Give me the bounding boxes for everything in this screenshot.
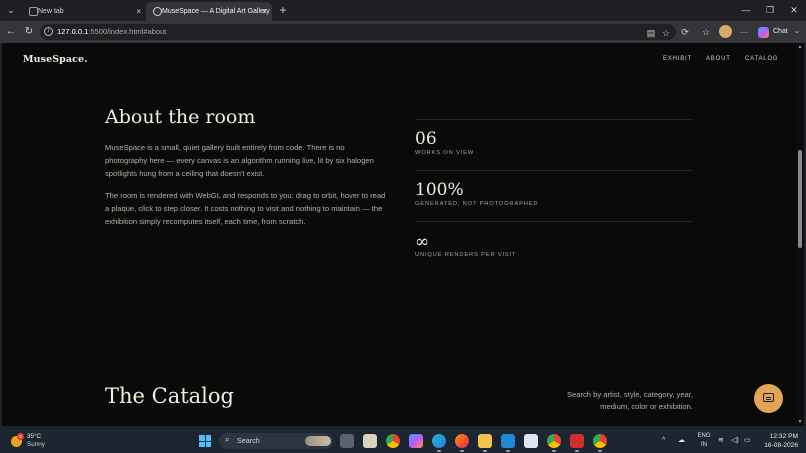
- weather-widget[interactable]: 2 35°C Sunny: [10, 432, 60, 450]
- tab-musespace[interactable]: MuseSpace — A Digital Art Gallery ×: [146, 2, 272, 21]
- page-viewport: MuseSpace. EXHIBIT ABOUT CATALOG About t…: [2, 43, 796, 426]
- tab-title: MuseSpace — A Digital Art Gallery: [162, 8, 270, 15]
- address-url: 127.0.0.1:5500/index.html#about: [57, 27, 167, 36]
- nav-link-catalog[interactable]: CATALOG: [745, 56, 778, 62]
- firefox-icon[interactable]: [455, 434, 469, 452]
- chat-bubble-icon: [763, 393, 774, 402]
- search-highlight-image: [305, 436, 331, 446]
- taskbar-clock[interactable]: 12:32 PM 16-08-2026: [758, 432, 798, 450]
- scroll-down-icon[interactable]: ▼: [796, 418, 804, 426]
- new-tab-button[interactable]: +: [276, 2, 290, 18]
- notification-badge: 2: [17, 433, 24, 440]
- about-paragraph: MuseSpace is a small, quiet gallery buil…: [105, 143, 374, 178]
- weather-condition: Sunny: [27, 441, 45, 448]
- acrobat-icon[interactable]: [570, 434, 584, 452]
- stat-label: GENERATED, NOT PHOTOGRAPHED: [415, 201, 539, 207]
- language-region: IN: [701, 442, 707, 448]
- task-view-icon[interactable]: [340, 434, 354, 448]
- about-paragraph: The room is rendered with WebGL and resp…: [105, 191, 386, 226]
- file-explorer-icon[interactable]: [478, 434, 492, 452]
- catalog-description: Search by artist, style, category, year,…: [566, 390, 693, 411]
- stat-label: UNIQUE RENDERS PER VISIT: [415, 252, 517, 258]
- reading-mode-icon[interactable]: ▤: [645, 27, 657, 39]
- globe-icon: [153, 7, 162, 16]
- divider: [415, 170, 693, 171]
- tab-close-icon[interactable]: ×: [262, 2, 267, 21]
- nav-link-exhibit[interactable]: EXHIBIT: [663, 56, 692, 62]
- language-indicator[interactable]: ENG IN: [697, 432, 711, 450]
- clock-date: 16-08-2026: [764, 442, 798, 449]
- chrome-profile-2-icon[interactable]: [593, 434, 607, 452]
- maximize-button[interactable]: ❐: [758, 2, 782, 18]
- stat-value: 100%: [415, 180, 464, 200]
- taskbar-search[interactable]: ⌕ Search: [219, 433, 333, 449]
- stat-value: 06: [415, 129, 437, 149]
- tab-close-icon[interactable]: ×: [136, 2, 141, 21]
- copilot-app-icon[interactable]: [409, 434, 423, 448]
- chevron-down-icon[interactable]: ⌄: [794, 24, 800, 40]
- store-icon[interactable]: [363, 434, 377, 448]
- stat-label: WORKS ON VIEW: [415, 150, 475, 156]
- notepad-icon[interactable]: [524, 434, 538, 448]
- clock-time: 12:32 PM: [769, 433, 798, 440]
- new-tab-page-icon: [29, 7, 38, 16]
- star-icon[interactable]: ☆: [660, 27, 672, 39]
- language-code: ENG: [697, 433, 711, 439]
- chrome-icon[interactable]: [386, 434, 400, 448]
- tab-title: New tab: [38, 8, 64, 15]
- scrollbar-thumb[interactable]: [798, 150, 802, 248]
- tray-overflow-icon[interactable]: ^: [662, 435, 665, 447]
- site-logo[interactable]: MuseSpace.: [23, 54, 88, 65]
- favorites-icon[interactable]: ☆: [699, 25, 713, 39]
- minimize-button[interactable]: —: [734, 2, 758, 18]
- tab-new-tab[interactable]: New tab ×: [22, 2, 146, 21]
- taskbar: 2 35°C Sunny ⌕ Search ^ ☁ ENG IN ≋ ◁) ▭ …: [0, 429, 806, 453]
- tab-strip: ⌄ New tab × MuseSpace — A Digital Art Ga…: [0, 0, 806, 21]
- wifi-icon[interactable]: ≋: [718, 435, 724, 447]
- copilot-chat-button[interactable]: Chat ⌄: [756, 24, 800, 40]
- more-icon[interactable]: ···: [737, 25, 751, 39]
- battery-icon[interactable]: ▭: [744, 435, 751, 447]
- copilot-icon: [758, 27, 769, 38]
- cloud-icon[interactable]: ☁: [678, 435, 685, 447]
- divider: [415, 221, 693, 222]
- search-icon: ⌕: [225, 435, 230, 444]
- tab-search-icon[interactable]: ⌄: [3, 3, 19, 18]
- windows-start-icon[interactable]: [199, 435, 211, 447]
- taskbar-search-label: Search: [237, 436, 260, 445]
- chat-label: Chat: [773, 28, 788, 35]
- edge-icon[interactable]: [432, 434, 446, 452]
- address-bar[interactable]: i 127.0.0.1:5500/index.html#about ▤ ☆: [40, 24, 676, 40]
- stat-value: ∞: [415, 232, 430, 252]
- browser-toolbar: ← ↻ i 127.0.0.1:5500/index.html#about ▤ …: [0, 21, 806, 43]
- catalog-heading: The Catalog: [105, 384, 234, 408]
- reload-icon[interactable]: ↻: [21, 24, 37, 40]
- page-scrollbar[interactable]: ▲ ▼: [796, 43, 804, 426]
- avatar[interactable]: [719, 25, 732, 38]
- about-heading: About the room: [105, 106, 256, 128]
- back-arrow-icon[interactable]: ←: [3, 24, 19, 40]
- info-icon[interactable]: i: [44, 27, 53, 36]
- chrome-profile-icon[interactable]: [547, 434, 561, 452]
- nav-link-about[interactable]: ABOUT: [706, 56, 731, 62]
- extensions-icon[interactable]: ⟳: [678, 25, 692, 39]
- browser-window: ⌄ New tab × MuseSpace — A Digital Art Ga…: [0, 0, 806, 453]
- volume-icon[interactable]: ◁): [731, 435, 739, 447]
- weather-temp: 35°C: [27, 433, 42, 440]
- chat-button[interactable]: [754, 384, 783, 413]
- close-window-button[interactable]: ✕: [782, 2, 806, 18]
- vscode-icon[interactable]: [501, 434, 515, 452]
- divider: [415, 119, 693, 120]
- scroll-up-icon[interactable]: ▲: [796, 43, 804, 51]
